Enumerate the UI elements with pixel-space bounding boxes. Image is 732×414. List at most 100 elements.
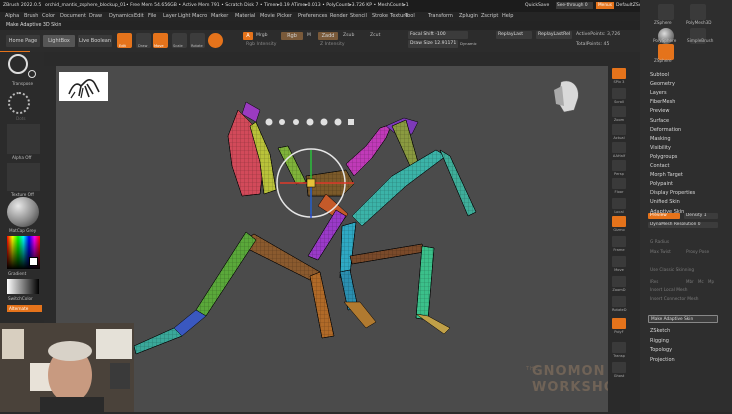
stroke-dots-icon[interactable] [8,92,30,114]
gradient-bar[interactable] [7,279,39,294]
menu-item-brush[interactable]: Brush [24,13,38,19]
palette-menu-display-properties[interactable]: Display Properties [650,190,695,196]
replay-last-button[interactable]: ReplayLast [496,31,532,39]
menu-item-light[interactable]: Light [178,13,190,19]
small-circle-icon[interactable] [28,70,36,78]
menu-item-layer[interactable]: Layer [163,13,177,19]
focal-shift-slider[interactable]: Focal Shift -100 [408,31,468,39]
make-adaptive-skin-button[interactable]: Make Adaptive Skin [648,315,718,323]
z-intensity-slider[interactable]: Z Intensity [320,42,345,47]
menu-item-zscript[interactable]: Zscript [481,13,498,19]
menu-item-transform[interactable]: Transform [428,13,453,19]
mrgb-toggle[interactable]: Mrgb [256,33,268,38]
right-shelf-move-button[interactable]: Move [612,256,626,272]
palette-menu-topology[interactable]: Topology [650,347,672,353]
palette-menu-layers[interactable]: Layers [650,90,667,96]
palette-menu-rigging[interactable]: Rigging [650,338,669,344]
menu-item-stencil[interactable]: Stencil [350,13,367,19]
tool-zsphere-thumb[interactable] [658,4,674,20]
transpose-icon[interactable] [8,54,28,74]
palette-menu-projection[interactable]: Projection [650,357,675,363]
menu-item-color[interactable]: Color [42,13,55,19]
menu-item-picker[interactable]: Picker [277,13,292,19]
right-shelf-spix-3-button[interactable]: SPix 3 [612,68,626,84]
palette-menu-visibility[interactable]: Visibility [650,145,671,151]
a-toggle[interactable]: A [243,32,253,40]
adaptive-option-insert-local-mesh[interactable]: Insert Local Mesh [650,288,688,293]
menu-item-render[interactable]: Render [330,13,348,19]
right-shelf-aahalf-button[interactable]: AAHalf [612,142,626,158]
menu-item-document[interactable]: Document [60,13,86,19]
menus-toggle[interactable]: Menus [596,2,614,9]
palette-menu-zsketch[interactable]: ZSketch [650,328,670,334]
dynamesh-resolution-slider[interactable]: DynaMesh Resolution 0 [648,222,718,228]
adaptive-option-g-radius[interactable]: G Radius [650,240,669,245]
menu-item-preferences[interactable]: Preferences [298,13,327,19]
home-page-button[interactable]: Home Page [6,35,40,47]
zcut-toggle[interactable]: Zcut [370,33,380,38]
dynamic-toggle[interactable]: Dynamic [460,41,477,46]
gizmo-button[interactable] [208,33,223,48]
palette-menu-masking[interactable]: Masking [650,136,671,142]
menu-item-macro[interactable]: Macro [192,13,207,19]
rgb-intensity-slider[interactable]: Rgb Intensity [246,42,276,47]
menu-item-zplugin[interactable]: Zplugin [459,13,478,19]
palette-menu-surface[interactable]: Surface [650,118,669,124]
adaptive-mp-toggle[interactable]: Mp [708,279,714,284]
zadd-toggle[interactable]: Zadd [318,32,338,40]
adaptive-option-max-twist[interactable]: Max Twist [650,250,671,255]
viewport-canvas[interactable]: THE GNOMON WORKSHOP [56,66,625,412]
main-color-swatch[interactable] [29,257,38,266]
palette-menu-fibermesh[interactable]: FiberMesh [650,99,675,105]
right-shelf-rotated-button[interactable]: RotateD [612,296,627,312]
adaptive-option-insert-connector-mesh[interactable]: Insert Connector Mesh [650,297,699,302]
palette-menu-morph-target[interactable]: Morph Target [650,172,683,178]
right-shelf-polyf-button[interactable]: PolyF [612,318,626,334]
right-shelf-scroll-button[interactable]: Scroll [612,88,626,104]
live-boolean-button[interactable]: Live Boolean [78,35,112,47]
right-shelf-zoomd-button[interactable]: ZoomD [612,276,626,292]
right-shelf-zoom-button[interactable]: Zoom [612,106,626,122]
palette-menu-geometry[interactable]: Geometry [650,81,675,87]
menu-item-stroke[interactable]: Stroke [372,13,388,19]
right-shelf-ghost-button[interactable]: Ghost [612,362,626,378]
switchcolor-label[interactable]: SwitchColor [8,296,33,301]
palette-menu-unified-skin[interactable]: Unified Skin [650,199,680,205]
seethrough-slider[interactable]: See-through 0 [556,2,593,9]
menu-item-file[interactable]: File [148,13,156,19]
adaptive-mc-toggle[interactable]: Mc [698,279,704,284]
right-shelf-actual-button[interactable]: Actual [612,124,626,140]
adaptive-ires-toggle[interactable]: IRes [650,279,658,284]
right-shelf-persp-button[interactable]: Persp [612,160,626,176]
menu-item-movie[interactable]: Movie [260,13,275,19]
zsub-toggle[interactable]: Zsub [343,33,354,38]
menu-item-tool[interactable]: Tool [405,13,415,19]
menu-item-alpha[interactable]: Alpha [5,13,19,19]
right-shelf-gizmo-button[interactable]: Gizmo [612,216,626,232]
menu-item-help[interactable]: Help [502,13,513,19]
right-shelf-floor-button[interactable]: Floor [612,178,626,194]
menu-item-draw[interactable]: Draw [89,13,102,19]
alpha-thumbnail[interactable] [7,124,40,154]
lightbox-button[interactable]: LightBox [43,35,75,47]
replay-last-rel-button[interactable]: ReplayLastRel [536,31,572,39]
palette-menu-subtool[interactable]: Subtool [650,72,669,78]
menu-item-edit[interactable]: Edit [134,13,144,19]
density-slider[interactable]: Density 1 [684,213,718,219]
palette-menu-deformation[interactable]: Deformation [650,127,681,133]
tool-polymesh-thumb[interactable] [690,4,706,20]
adaptive-option-use-classic-skinning[interactable]: Use Classic Skinning [650,268,694,273]
matcap-sphere-icon[interactable] [7,197,39,227]
right-shelf-frame-button[interactable]: Frame [612,236,626,252]
adaptive-preview-button[interactable]: Preview [648,213,680,219]
draw-size-slider[interactable]: Draw Size 12.91171 [408,40,458,48]
right-shelf-transp-button[interactable]: Transp [612,342,626,358]
texture-thumbnail[interactable] [7,163,40,191]
palette-menu-preview[interactable]: Preview [650,108,669,114]
quicksave-button[interactable]: QuickSave [525,3,549,8]
menu-item-dynamics[interactable]: Dynamics [109,13,134,19]
palette-menu-polygroups[interactable]: Polygroups [650,154,677,160]
adaptive-mbr-toggle[interactable]: Mbr [686,279,694,284]
adaptive-option-proxy-pose[interactable]: Proxy Pose [686,250,709,255]
alternate-button[interactable]: Alternate [7,305,42,312]
